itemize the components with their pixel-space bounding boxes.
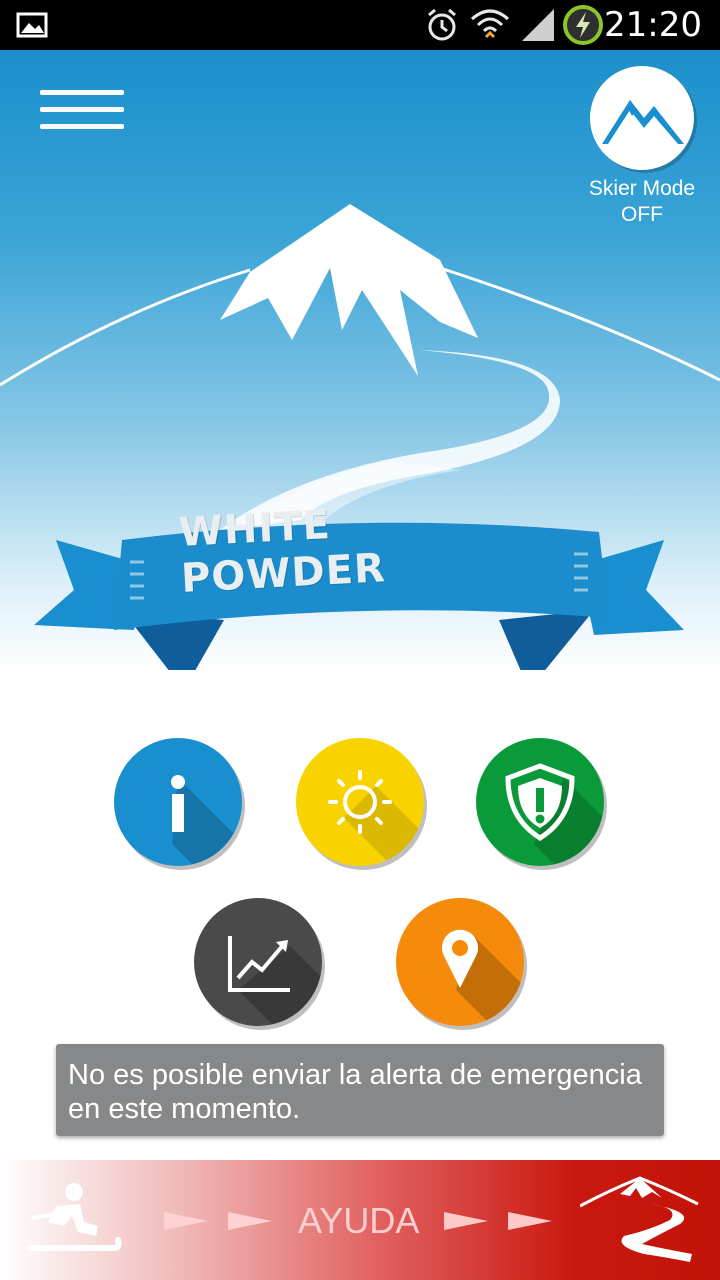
emergency-alert-button[interactable]	[476, 738, 604, 866]
status-bar: 21:20	[0, 0, 720, 50]
map-pin-icon	[442, 929, 524, 1026]
help-bar[interactable]: AYUDA	[0, 1160, 720, 1280]
battery-charging-icon	[562, 0, 604, 50]
signal-icon	[520, 0, 556, 50]
shield-alert-icon	[505, 763, 604, 866]
app-title: WHITE POWDER	[177, 502, 387, 602]
clock: 21:20	[604, 5, 702, 45]
statistics-button[interactable]	[194, 898, 322, 1026]
mountain-trail-icon	[580, 1176, 699, 1262]
info-button[interactable]	[114, 738, 242, 866]
image-icon	[16, 0, 48, 50]
hero-header: Skier Mode OFF WHITE POWDER	[0, 50, 720, 670]
help-label: AYUDA	[298, 1200, 420, 1241]
weather-button[interactable]	[296, 738, 424, 866]
arrow-right-icon	[444, 1212, 552, 1230]
toast-message: No es posible enviar la alerta de emerge…	[56, 1044, 664, 1136]
arrow-right-icon	[164, 1212, 272, 1230]
info-icon	[171, 775, 242, 866]
chart-trend-icon	[228, 936, 322, 1026]
alarm-icon	[424, 0, 460, 50]
sun-icon	[328, 770, 424, 866]
wifi-icon	[470, 0, 510, 50]
fallen-skier-icon	[27, 1183, 122, 1251]
location-button[interactable]	[396, 898, 524, 1026]
hamburger-menu-icon[interactable]	[40, 90, 124, 130]
mountain-logo-icon	[590, 66, 694, 170]
